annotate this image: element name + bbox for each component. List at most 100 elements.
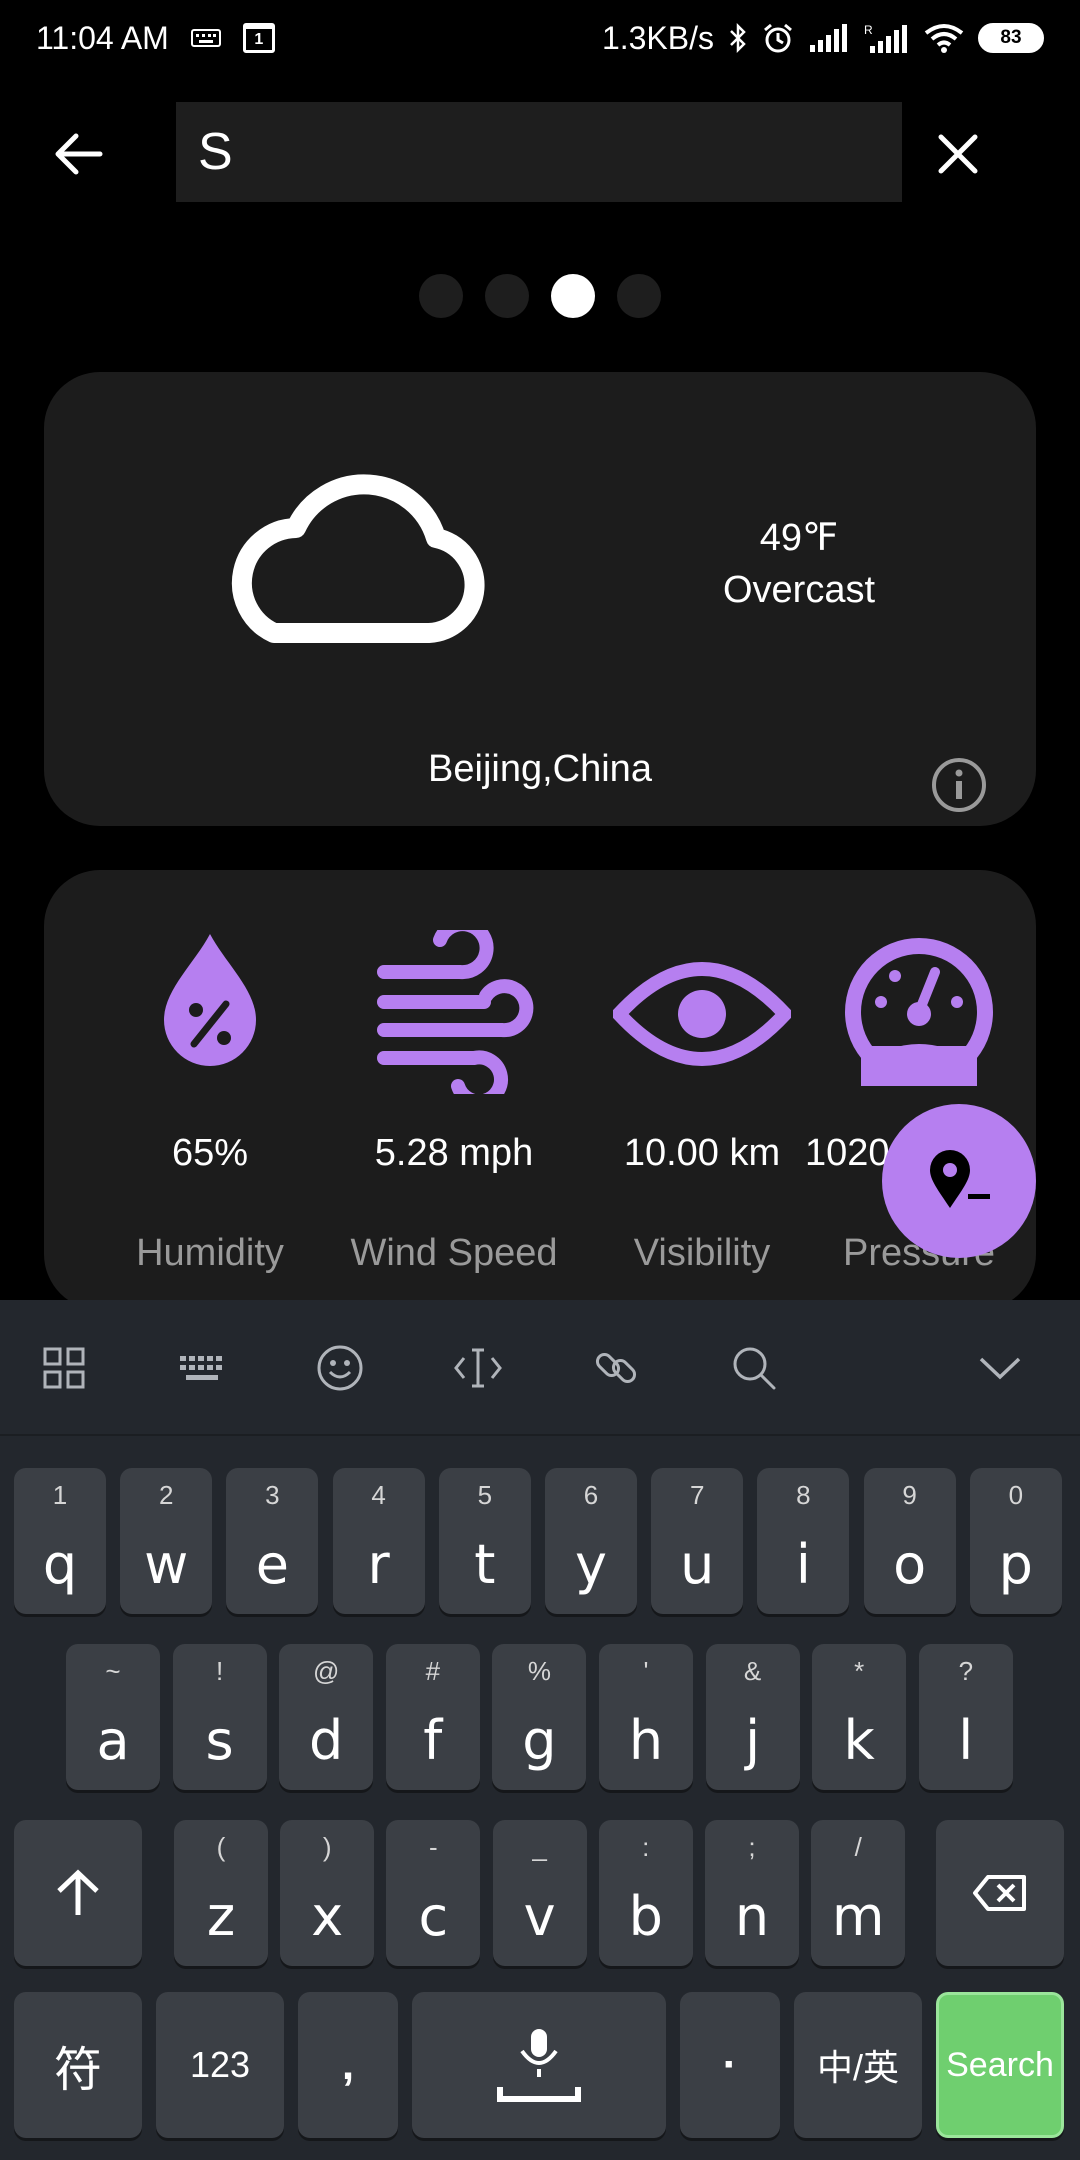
key-label: g bbox=[522, 1709, 557, 1772]
key-label: y bbox=[575, 1533, 607, 1596]
info-icon[interactable] bbox=[930, 756, 988, 814]
search-header bbox=[0, 102, 1080, 202]
key-label: o bbox=[893, 1533, 927, 1596]
key-m[interactable]: / m bbox=[811, 1820, 906, 1966]
key-label: d bbox=[309, 1709, 344, 1772]
symbols-key[interactable]: 符 bbox=[14, 1992, 142, 2138]
shift-key[interactable] bbox=[14, 1820, 142, 1966]
key-label: u bbox=[680, 1533, 715, 1596]
key-q[interactable]: 1q bbox=[14, 1468, 106, 1614]
clipboard-button[interactable] bbox=[586, 1338, 646, 1398]
key-label: b bbox=[628, 1885, 663, 1948]
key-w[interactable]: 2w bbox=[120, 1468, 213, 1614]
key-s[interactable]: ! s bbox=[172, 1644, 267, 1790]
numbers-key[interactable]: 123 bbox=[156, 1992, 284, 2138]
numbers-key-label: 123 bbox=[189, 2044, 251, 2085]
key-label: j bbox=[745, 1709, 761, 1772]
key-r[interactable]: 4r bbox=[332, 1468, 425, 1614]
search-field[interactable] bbox=[176, 102, 902, 202]
key-z[interactable]: (z bbox=[174, 1820, 268, 1966]
key-hint: _ bbox=[532, 1832, 547, 1862]
soft-keyboard: 符 123 , · 中/英 Search 1q2w3e4r5t6y7u8i9o0… bbox=[0, 1300, 1080, 2160]
key-k[interactable]: * k bbox=[812, 1644, 907, 1790]
key-j[interactable]: & j bbox=[705, 1644, 800, 1790]
key-hint: 9 bbox=[902, 1480, 917, 1510]
calendar-icon: 1 bbox=[242, 23, 275, 53]
page-dot-active[interactable] bbox=[551, 274, 595, 318]
page-dot[interactable] bbox=[419, 274, 463, 318]
key-hint: / bbox=[854, 1832, 862, 1862]
key-h[interactable]: ' h bbox=[599, 1644, 693, 1790]
language-switch-key[interactable]: 中/英 bbox=[794, 1992, 922, 2138]
key-label: v bbox=[523, 1885, 556, 1948]
key-label: n bbox=[734, 1885, 770, 1948]
key-hint: ~ bbox=[105, 1656, 121, 1686]
grid-icon bbox=[43, 1347, 85, 1389]
key-hint: ' bbox=[643, 1656, 649, 1686]
key-label: a bbox=[96, 1709, 130, 1772]
space-key[interactable] bbox=[412, 1992, 666, 2138]
cursor-button[interactable] bbox=[448, 1338, 508, 1398]
search-input[interactable] bbox=[198, 122, 902, 182]
backspace-key[interactable] bbox=[936, 1820, 1064, 1966]
battery-indicator: 83 bbox=[978, 23, 1044, 53]
key-x[interactable]: ) x bbox=[280, 1820, 375, 1966]
key-u[interactable]: 7u bbox=[651, 1468, 744, 1614]
page-dot[interactable] bbox=[617, 274, 661, 318]
remove-location-fab[interactable] bbox=[882, 1104, 1036, 1258]
status-bar: 11:04 AM 1 1.3KB/s R 83 bbox=[0, 0, 1080, 76]
keyboard-layout-button[interactable] bbox=[172, 1338, 232, 1398]
key-e[interactable]: 3e bbox=[226, 1468, 319, 1614]
page-indicator bbox=[0, 274, 1080, 318]
key-v[interactable]: _ v bbox=[492, 1820, 587, 1966]
key-label: w bbox=[144, 1533, 189, 1596]
microphone-icon bbox=[497, 2029, 581, 2102]
emoji-button[interactable] bbox=[310, 1338, 370, 1398]
key-n[interactable]: ; n bbox=[705, 1820, 799, 1966]
key-a[interactable]: ~ a bbox=[66, 1644, 160, 1790]
key-label: e bbox=[255, 1533, 289, 1596]
key-label: l bbox=[958, 1709, 974, 1772]
key-l[interactable]: ? l bbox=[918, 1644, 1013, 1790]
back-button[interactable] bbox=[40, 122, 116, 186]
svg-text:R: R bbox=[864, 23, 873, 37]
key-b[interactable]: :b bbox=[598, 1820, 693, 1966]
key-f[interactable]: # f bbox=[385, 1644, 480, 1790]
signal-roaming-icon: R bbox=[864, 23, 907, 53]
eye-icon bbox=[613, 962, 791, 1066]
key-label: c bbox=[418, 1885, 449, 1948]
keyboard-icon bbox=[190, 29, 221, 47]
key-o[interactable]: 9o bbox=[863, 1468, 956, 1614]
key-hint: & bbox=[743, 1656, 762, 1686]
keyboard-toolbar bbox=[0, 1300, 1080, 1436]
page-dot[interactable] bbox=[485, 274, 529, 318]
key-hint: 3 bbox=[265, 1480, 280, 1510]
key-c[interactable]: -c bbox=[386, 1820, 481, 1966]
visibility-value: 10.00 km bbox=[623, 1132, 781, 1174]
search-key-label: Search bbox=[946, 2045, 1054, 2084]
location-remove-icon bbox=[930, 1150, 990, 1208]
key-y[interactable]: 6y bbox=[545, 1468, 637, 1614]
key-t[interactable]: 5t bbox=[438, 1468, 531, 1614]
location-label: Beijing,China bbox=[428, 748, 652, 790]
wind-icon bbox=[377, 930, 534, 1094]
weather-card[interactable]: 49℉ Overcast Beijing,China bbox=[44, 372, 1036, 826]
keyboard-search-button[interactable] bbox=[724, 1338, 784, 1398]
key-i[interactable]: 8i bbox=[757, 1468, 850, 1614]
key-hint: - bbox=[429, 1832, 438, 1862]
backspace-icon bbox=[973, 1875, 1026, 1911]
key-hint: 2 bbox=[158, 1480, 174, 1510]
hide-keyboard-button[interactable] bbox=[970, 1338, 1030, 1398]
key-p[interactable]: 0p bbox=[969, 1468, 1062, 1614]
close-icon bbox=[938, 134, 978, 174]
key-label: h bbox=[628, 1709, 664, 1772]
key-hint: ! bbox=[215, 1656, 224, 1686]
key-d[interactable]: @ d bbox=[279, 1644, 374, 1790]
search-key[interactable]: Search bbox=[936, 1992, 1064, 2138]
key-g[interactable]: % g bbox=[492, 1644, 587, 1790]
period-key[interactable]: · bbox=[680, 1992, 780, 2138]
apps-grid-button[interactable] bbox=[34, 1338, 94, 1398]
cloud-icon bbox=[231, 474, 485, 643]
clear-button[interactable] bbox=[920, 116, 996, 192]
comma-key[interactable]: , bbox=[298, 1992, 398, 2138]
